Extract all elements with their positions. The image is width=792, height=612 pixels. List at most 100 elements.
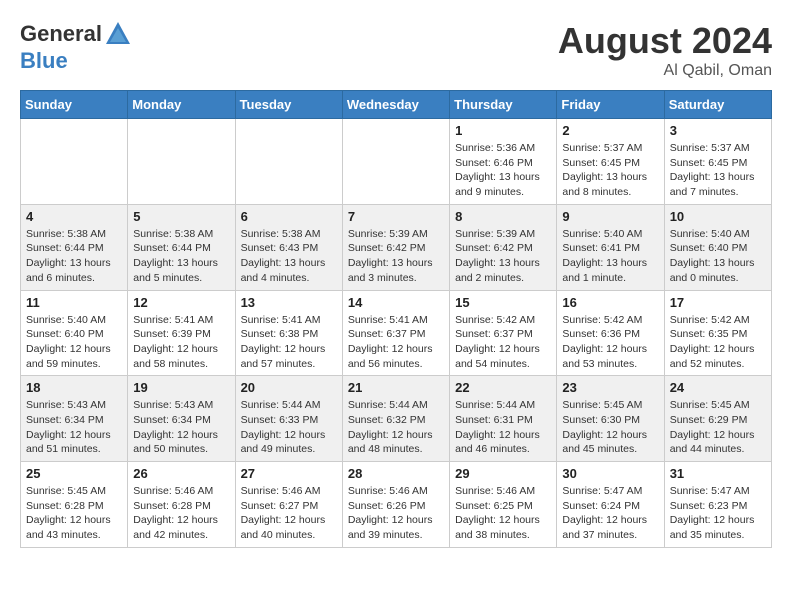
calendar-cell: 9 Sunrise: 5:40 AMSunset: 6:41 PMDaylight… bbox=[557, 204, 664, 290]
day-info: Sunrise: 5:40 AMSunset: 6:40 PMDaylight:… bbox=[670, 227, 766, 286]
calendar-cell: 12 Sunrise: 5:41 AMSunset: 6:39 PMDayligh… bbox=[128, 290, 235, 376]
day-number: 12 bbox=[133, 295, 229, 310]
day-info: Sunrise: 5:47 AMSunset: 6:23 PMDaylight:… bbox=[670, 484, 766, 543]
day-header-wednesday: Wednesday bbox=[342, 91, 449, 119]
calendar-cell: 1Sunrise: 5:36 AMSunset: 6:46 PMDaylight… bbox=[450, 119, 557, 205]
calendar-week-row: 1Sunrise: 5:36 AMSunset: 6:46 PMDaylight… bbox=[21, 119, 772, 205]
calendar-cell: 29 Sunrise: 5:46 AMSunset: 6:25 PMDayligh… bbox=[450, 462, 557, 548]
calendar-cell: 5 Sunrise: 5:38 AMSunset: 6:44 PMDaylight… bbox=[128, 204, 235, 290]
logo-icon bbox=[104, 20, 132, 48]
day-number: 19 bbox=[133, 380, 229, 395]
calendar-cell: 4 Sunrise: 5:38 AMSunset: 6:44 PMDaylight… bbox=[21, 204, 128, 290]
day-number: 6 bbox=[241, 209, 337, 224]
month-year: August 2024 bbox=[558, 20, 772, 62]
day-header-sunday: Sunday bbox=[21, 91, 128, 119]
calendar-cell: 15 Sunrise: 5:42 AMSunset: 6:37 PMDayligh… bbox=[450, 290, 557, 376]
logo-general-text: General bbox=[20, 21, 102, 47]
title-block: August 2024 Al Qabil, Oman bbox=[558, 20, 772, 80]
calendar-header-row: SundayMondayTuesdayWednesdayThursdayFrid… bbox=[21, 91, 772, 119]
day-number: 4 bbox=[26, 209, 122, 224]
calendar-cell: 30Sunrise: 5:47 AMSunset: 6:24 PMDayligh… bbox=[557, 462, 664, 548]
day-info: Sunrise: 5:38 AMSunset: 6:44 PMDaylight:… bbox=[133, 227, 229, 286]
day-number: 20 bbox=[241, 380, 337, 395]
day-number: 15 bbox=[455, 295, 551, 310]
calendar-cell: 25 Sunrise: 5:45 AMSunset: 6:28 PMDayligh… bbox=[21, 462, 128, 548]
day-info: Sunrise: 5:38 AMSunset: 6:43 PMDaylight:… bbox=[241, 227, 337, 286]
day-info: Sunrise: 5:42 AMSunset: 6:36 PMDaylight:… bbox=[562, 313, 658, 372]
day-number: 2 bbox=[562, 123, 658, 138]
calendar-cell: 3 Sunrise: 5:37 AMSunset: 6:45 PMDaylight… bbox=[664, 119, 771, 205]
calendar-week-row: 11 Sunrise: 5:40 AMSunset: 6:40 PMDayligh… bbox=[21, 290, 772, 376]
day-number: 11 bbox=[26, 295, 122, 310]
day-header-monday: Monday bbox=[128, 91, 235, 119]
calendar-week-row: 4 Sunrise: 5:38 AMSunset: 6:44 PMDaylight… bbox=[21, 204, 772, 290]
day-number: 25 bbox=[26, 466, 122, 481]
calendar-cell: 10Sunrise: 5:40 AMSunset: 6:40 PMDayligh… bbox=[664, 204, 771, 290]
day-info: Sunrise: 5:43 AMSunset: 6:34 PMDaylight:… bbox=[133, 398, 229, 457]
day-info: Sunrise: 5:42 AMSunset: 6:37 PMDaylight:… bbox=[455, 313, 551, 372]
day-info: Sunrise: 5:45 AMSunset: 6:28 PMDaylight:… bbox=[26, 484, 122, 543]
day-number: 1 bbox=[455, 123, 551, 138]
calendar-cell: 20 Sunrise: 5:44 AMSunset: 6:33 PMDayligh… bbox=[235, 376, 342, 462]
day-info: Sunrise: 5:40 AMSunset: 6:40 PMDaylight:… bbox=[26, 313, 122, 372]
calendar-cell: 18 Sunrise: 5:43 AMSunset: 6:34 PMDayligh… bbox=[21, 376, 128, 462]
calendar-cell: 17 Sunrise: 5:42 AMSunset: 6:35 PMDayligh… bbox=[664, 290, 771, 376]
day-header-thursday: Thursday bbox=[450, 91, 557, 119]
calendar-cell bbox=[235, 119, 342, 205]
day-number: 23 bbox=[562, 380, 658, 395]
day-number: 16 bbox=[562, 295, 658, 310]
day-info: Sunrise: 5:47 AMSunset: 6:24 PMDaylight:… bbox=[562, 484, 658, 543]
calendar-cell: 14Sunrise: 5:41 AMSunset: 6:37 PMDayligh… bbox=[342, 290, 449, 376]
calendar-cell: 13 Sunrise: 5:41 AMSunset: 6:38 PMDayligh… bbox=[235, 290, 342, 376]
day-info: Sunrise: 5:41 AMSunset: 6:37 PMDaylight:… bbox=[348, 313, 444, 372]
day-number: 9 bbox=[562, 209, 658, 224]
calendar-cell: 24Sunrise: 5:45 AMSunset: 6:29 PMDayligh… bbox=[664, 376, 771, 462]
day-number: 21 bbox=[348, 380, 444, 395]
day-info: Sunrise: 5:37 AMSunset: 6:45 PMDaylight:… bbox=[670, 141, 766, 200]
day-info: Sunrise: 5:45 AMSunset: 6:30 PMDaylight:… bbox=[562, 398, 658, 457]
day-info: Sunrise: 5:41 AMSunset: 6:39 PMDaylight:… bbox=[133, 313, 229, 372]
calendar-cell bbox=[128, 119, 235, 205]
calendar-cell: 6 Sunrise: 5:38 AMSunset: 6:43 PMDaylight… bbox=[235, 204, 342, 290]
day-header-tuesday: Tuesday bbox=[235, 91, 342, 119]
day-info: Sunrise: 5:44 AMSunset: 6:33 PMDaylight:… bbox=[241, 398, 337, 457]
day-number: 22 bbox=[455, 380, 551, 395]
day-info: Sunrise: 5:43 AMSunset: 6:34 PMDaylight:… bbox=[26, 398, 122, 457]
calendar-week-row: 18 Sunrise: 5:43 AMSunset: 6:34 PMDayligh… bbox=[21, 376, 772, 462]
calendar-week-row: 25 Sunrise: 5:45 AMSunset: 6:28 PMDayligh… bbox=[21, 462, 772, 548]
day-number: 26 bbox=[133, 466, 229, 481]
calendar-cell bbox=[21, 119, 128, 205]
calendar-cell: 22 Sunrise: 5:44 AMSunset: 6:31 PMDayligh… bbox=[450, 376, 557, 462]
calendar-cell: 23 Sunrise: 5:45 AMSunset: 6:30 PMDayligh… bbox=[557, 376, 664, 462]
day-number: 18 bbox=[26, 380, 122, 395]
location: Al Qabil, Oman bbox=[558, 62, 772, 80]
day-number: 29 bbox=[455, 466, 551, 481]
logo: General Blue bbox=[20, 20, 132, 74]
calendar-cell: 11 Sunrise: 5:40 AMSunset: 6:40 PMDayligh… bbox=[21, 290, 128, 376]
calendar-cell: 2Sunrise: 5:37 AMSunset: 6:45 PMDaylight… bbox=[557, 119, 664, 205]
day-info: Sunrise: 5:42 AMSunset: 6:35 PMDaylight:… bbox=[670, 313, 766, 372]
calendar-cell: 26Sunrise: 5:46 AMSunset: 6:28 PMDayligh… bbox=[128, 462, 235, 548]
day-info: Sunrise: 5:38 AMSunset: 6:44 PMDaylight:… bbox=[26, 227, 122, 286]
day-info: Sunrise: 5:40 AMSunset: 6:41 PMDaylight:… bbox=[562, 227, 658, 286]
calendar-table: SundayMondayTuesdayWednesdayThursdayFrid… bbox=[20, 90, 772, 548]
calendar-cell: 28Sunrise: 5:46 AMSunset: 6:26 PMDayligh… bbox=[342, 462, 449, 548]
day-number: 7 bbox=[348, 209, 444, 224]
calendar-cell: 19 Sunrise: 5:43 AMSunset: 6:34 PMDayligh… bbox=[128, 376, 235, 462]
day-info: Sunrise: 5:39 AMSunset: 6:42 PMDaylight:… bbox=[348, 227, 444, 286]
day-info: Sunrise: 5:39 AMSunset: 6:42 PMDaylight:… bbox=[455, 227, 551, 286]
page-header: General Blue August 2024 Al Qabil, Oman bbox=[20, 20, 772, 80]
day-info: Sunrise: 5:45 AMSunset: 6:29 PMDaylight:… bbox=[670, 398, 766, 457]
day-number: 17 bbox=[670, 295, 766, 310]
calendar-cell: 27Sunrise: 5:46 AMSunset: 6:27 PMDayligh… bbox=[235, 462, 342, 548]
day-header-friday: Friday bbox=[557, 91, 664, 119]
calendar-cell: 21Sunrise: 5:44 AMSunset: 6:32 PMDayligh… bbox=[342, 376, 449, 462]
calendar-cell: 7 Sunrise: 5:39 AMSunset: 6:42 PMDaylight… bbox=[342, 204, 449, 290]
day-header-saturday: Saturday bbox=[664, 91, 771, 119]
day-info: Sunrise: 5:44 AMSunset: 6:31 PMDaylight:… bbox=[455, 398, 551, 457]
day-number: 5 bbox=[133, 209, 229, 224]
day-number: 13 bbox=[241, 295, 337, 310]
day-number: 3 bbox=[670, 123, 766, 138]
day-info: Sunrise: 5:46 AMSunset: 6:25 PMDaylight:… bbox=[455, 484, 551, 543]
day-info: Sunrise: 5:41 AMSunset: 6:38 PMDaylight:… bbox=[241, 313, 337, 372]
